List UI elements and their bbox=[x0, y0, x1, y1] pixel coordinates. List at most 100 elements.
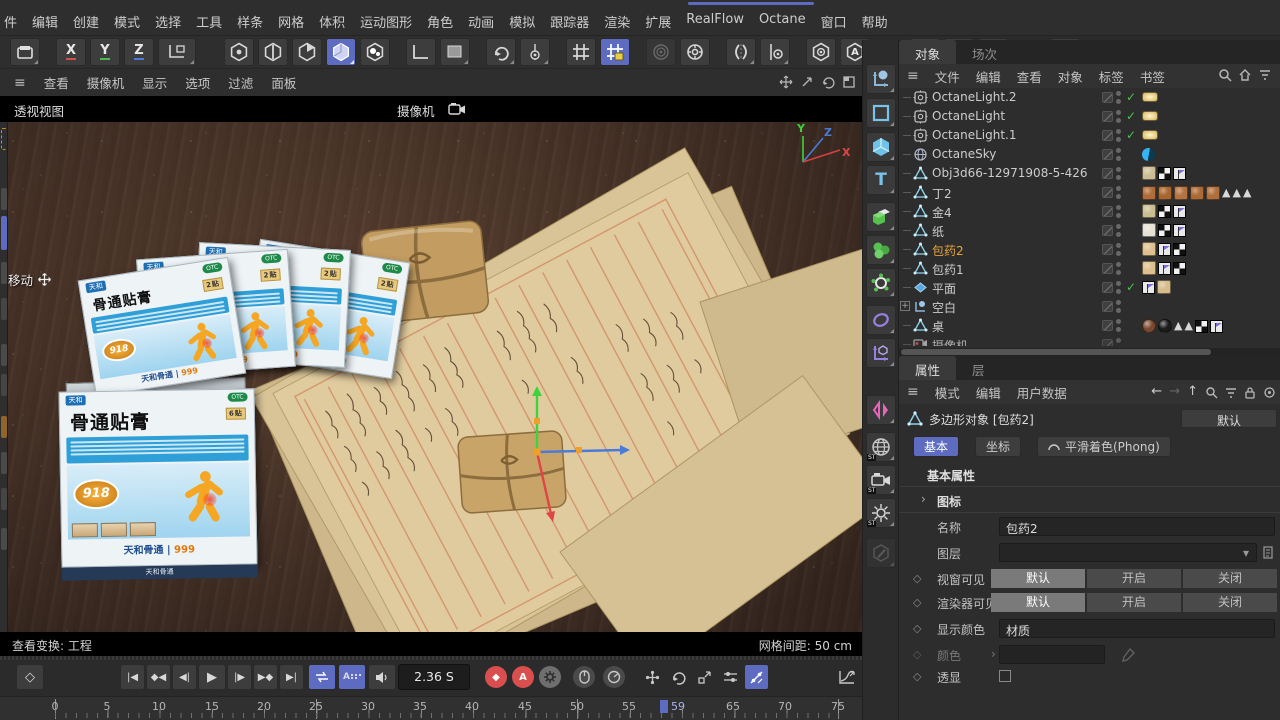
object-name[interactable]: OctaneLight.2 bbox=[932, 90, 1017, 104]
flag-tag[interactable] bbox=[1142, 281, 1155, 294]
layer-toggle[interactable] bbox=[1102, 263, 1113, 274]
paper-package-front[interactable] bbox=[457, 430, 566, 513]
material-tag[interactable] bbox=[1158, 319, 1172, 333]
vpmenu-panel[interactable]: 面板 bbox=[271, 73, 296, 92]
rotate-view-icon[interactable] bbox=[821, 75, 835, 89]
record-scale-toggle[interactable] bbox=[692, 664, 717, 690]
attr-hamburger-icon[interactable]: ≡ bbox=[907, 384, 919, 400]
tab-attributes[interactable]: 属性 bbox=[899, 356, 956, 380]
object-row[interactable]: 桌 ▲ ▲ bbox=[899, 316, 1280, 335]
menu-volume[interactable]: 体积 bbox=[319, 12, 345, 31]
checker-tag[interactable] bbox=[1173, 262, 1186, 275]
light-tag[interactable] bbox=[1142, 130, 1158, 140]
light-object-button[interactable]: ST bbox=[866, 498, 896, 528]
viewport[interactable]: 透视视图 摄像机 bbox=[0, 96, 862, 656]
history-forward-icon[interactable]: → bbox=[1169, 384, 1180, 399]
menu-mode[interactable]: 模式 bbox=[114, 12, 140, 31]
display-color-dropdown[interactable]: 材质 bbox=[999, 619, 1275, 638]
autokey-range-button[interactable]: A bbox=[338, 664, 366, 690]
object-name[interactable]: 纸 bbox=[932, 223, 944, 240]
prev-key-button[interactable]: ◆◀ bbox=[146, 664, 171, 690]
material-tag[interactable] bbox=[1142, 166, 1156, 180]
points-mode-button[interactable] bbox=[224, 38, 254, 66]
bend-deformer-button[interactable] bbox=[866, 305, 896, 335]
visibility-dots[interactable] bbox=[1116, 243, 1122, 256]
zoom-view-icon[interactable] bbox=[800, 75, 814, 89]
menu-mograph[interactable]: 运动图形 bbox=[360, 12, 412, 31]
object-row[interactable]: 平面 ✓ bbox=[899, 278, 1280, 297]
object-row[interactable]: OctaneLight ✓ bbox=[899, 107, 1280, 126]
record-parameter-toggle[interactable] bbox=[718, 664, 743, 690]
vpmenu-options[interactable]: 选项 bbox=[185, 73, 210, 92]
object-row[interactable]: Obj3d66-12971908-5-426 bbox=[899, 164, 1280, 183]
object-row[interactable]: 金4 bbox=[899, 202, 1280, 221]
material-tag[interactable] bbox=[1190, 186, 1204, 200]
material-tag[interactable] bbox=[1157, 280, 1171, 294]
layer-toggle[interactable] bbox=[1102, 168, 1113, 179]
flag-tag[interactable] bbox=[1173, 167, 1186, 180]
vpmenu-filter[interactable]: 过滤 bbox=[228, 73, 253, 92]
anim-diamond-icon[interactable]: ◇ bbox=[913, 670, 921, 683]
axis-gear-button[interactable] bbox=[760, 38, 790, 66]
menu-character[interactable]: 角色 bbox=[427, 12, 453, 31]
expand-toggle[interactable]: + bbox=[900, 301, 910, 311]
material-tag[interactable] bbox=[1142, 319, 1156, 333]
visibility-dots[interactable] bbox=[1116, 110, 1122, 123]
object-row-selected[interactable]: 包药2 bbox=[899, 240, 1280, 259]
maximize-view-icon[interactable] bbox=[842, 75, 856, 89]
prev-frame-button[interactable]: ◀| bbox=[172, 664, 197, 690]
medicine-box[interactable]: 天和OTC 骨通贴膏6贴 918 天和骨通 | 999 天和骨通 bbox=[58, 388, 257, 567]
selection-tag[interactable]: ▲ bbox=[1174, 318, 1182, 333]
vis-default-button[interactable]: 默认 bbox=[991, 569, 1085, 588]
next-frame-button[interactable]: |▶ bbox=[227, 664, 252, 690]
menu-file[interactable]: 件 bbox=[4, 12, 17, 31]
layer-toggle[interactable] bbox=[1102, 187, 1113, 198]
object-row[interactable]: OctaneLight.1 ✓ bbox=[899, 126, 1280, 145]
rotate-snap-button[interactable] bbox=[486, 38, 516, 66]
visibility-dots[interactable] bbox=[1116, 129, 1122, 142]
viewport-title[interactable]: 透视视图 bbox=[14, 101, 64, 120]
menu-simulate[interactable]: 模拟 bbox=[509, 12, 535, 31]
visibility-dots[interactable] bbox=[1116, 281, 1122, 294]
material-tag[interactable] bbox=[1142, 261, 1156, 275]
visibility-dots[interactable] bbox=[1116, 300, 1122, 313]
tab-basic[interactable]: 基本 bbox=[913, 436, 959, 457]
flag-tag[interactable] bbox=[1173, 205, 1186, 218]
sky-object-button[interactable]: ST bbox=[866, 432, 896, 462]
attr-menu-edit[interactable]: 编辑 bbox=[976, 383, 1001, 402]
menu-mesh[interactable]: 网格 bbox=[278, 12, 304, 31]
light-tag[interactable] bbox=[1142, 92, 1158, 102]
preset-dropdown[interactable]: 默认 bbox=[1181, 409, 1277, 428]
visibility-dots[interactable] bbox=[1116, 224, 1122, 237]
xray-checkbox[interactable] bbox=[999, 670, 1011, 682]
tab-layers[interactable]: 层 bbox=[956, 356, 1001, 380]
record-keyframe-button[interactable]: ◆ bbox=[485, 666, 507, 688]
object-row[interactable]: OctaneLight.2 ✓ bbox=[899, 88, 1280, 107]
add-keyframe-button[interactable]: ◇ bbox=[16, 664, 44, 690]
object-name[interactable]: Obj3d66-12971908-5-426 bbox=[932, 166, 1088, 180]
menu-animate[interactable]: 动画 bbox=[468, 12, 494, 31]
visibility-dots[interactable] bbox=[1116, 186, 1122, 199]
checker-tag[interactable] bbox=[1158, 224, 1171, 237]
object-row[interactable]: 摄像机 bbox=[899, 335, 1280, 346]
sky-tag[interactable] bbox=[1142, 148, 1155, 161]
om-hamburger-icon[interactable]: ≡ bbox=[907, 68, 919, 84]
object-name[interactable]: 丁2 bbox=[932, 185, 952, 202]
menu-render[interactable]: 渲染 bbox=[604, 12, 630, 31]
vpmenu-view[interactable]: 查看 bbox=[44, 73, 69, 92]
filter-icon[interactable] bbox=[1258, 68, 1272, 82]
array-generator-button[interactable] bbox=[866, 235, 896, 265]
autokey-button[interactable]: A bbox=[512, 666, 534, 688]
enabled-check-icon[interactable]: ✓ bbox=[1126, 90, 1140, 104]
current-time-field[interactable]: 2.36 S bbox=[398, 664, 470, 690]
object-name[interactable]: OctaneSky bbox=[932, 147, 996, 161]
visibility-dots[interactable] bbox=[1116, 319, 1122, 332]
anim-diamond-icon[interactable]: ◇ bbox=[913, 596, 921, 609]
menu-window[interactable]: 窗口 bbox=[821, 12, 847, 31]
enabled-check-icon[interactable]: ✓ bbox=[1126, 128, 1140, 142]
material-tag[interactable] bbox=[1142, 223, 1156, 237]
coordinate-system-button[interactable] bbox=[158, 38, 196, 66]
visibility-dots[interactable] bbox=[1116, 91, 1122, 104]
vis-default-button[interactable]: 默认 bbox=[991, 593, 1085, 612]
material-tag[interactable] bbox=[1142, 204, 1156, 218]
